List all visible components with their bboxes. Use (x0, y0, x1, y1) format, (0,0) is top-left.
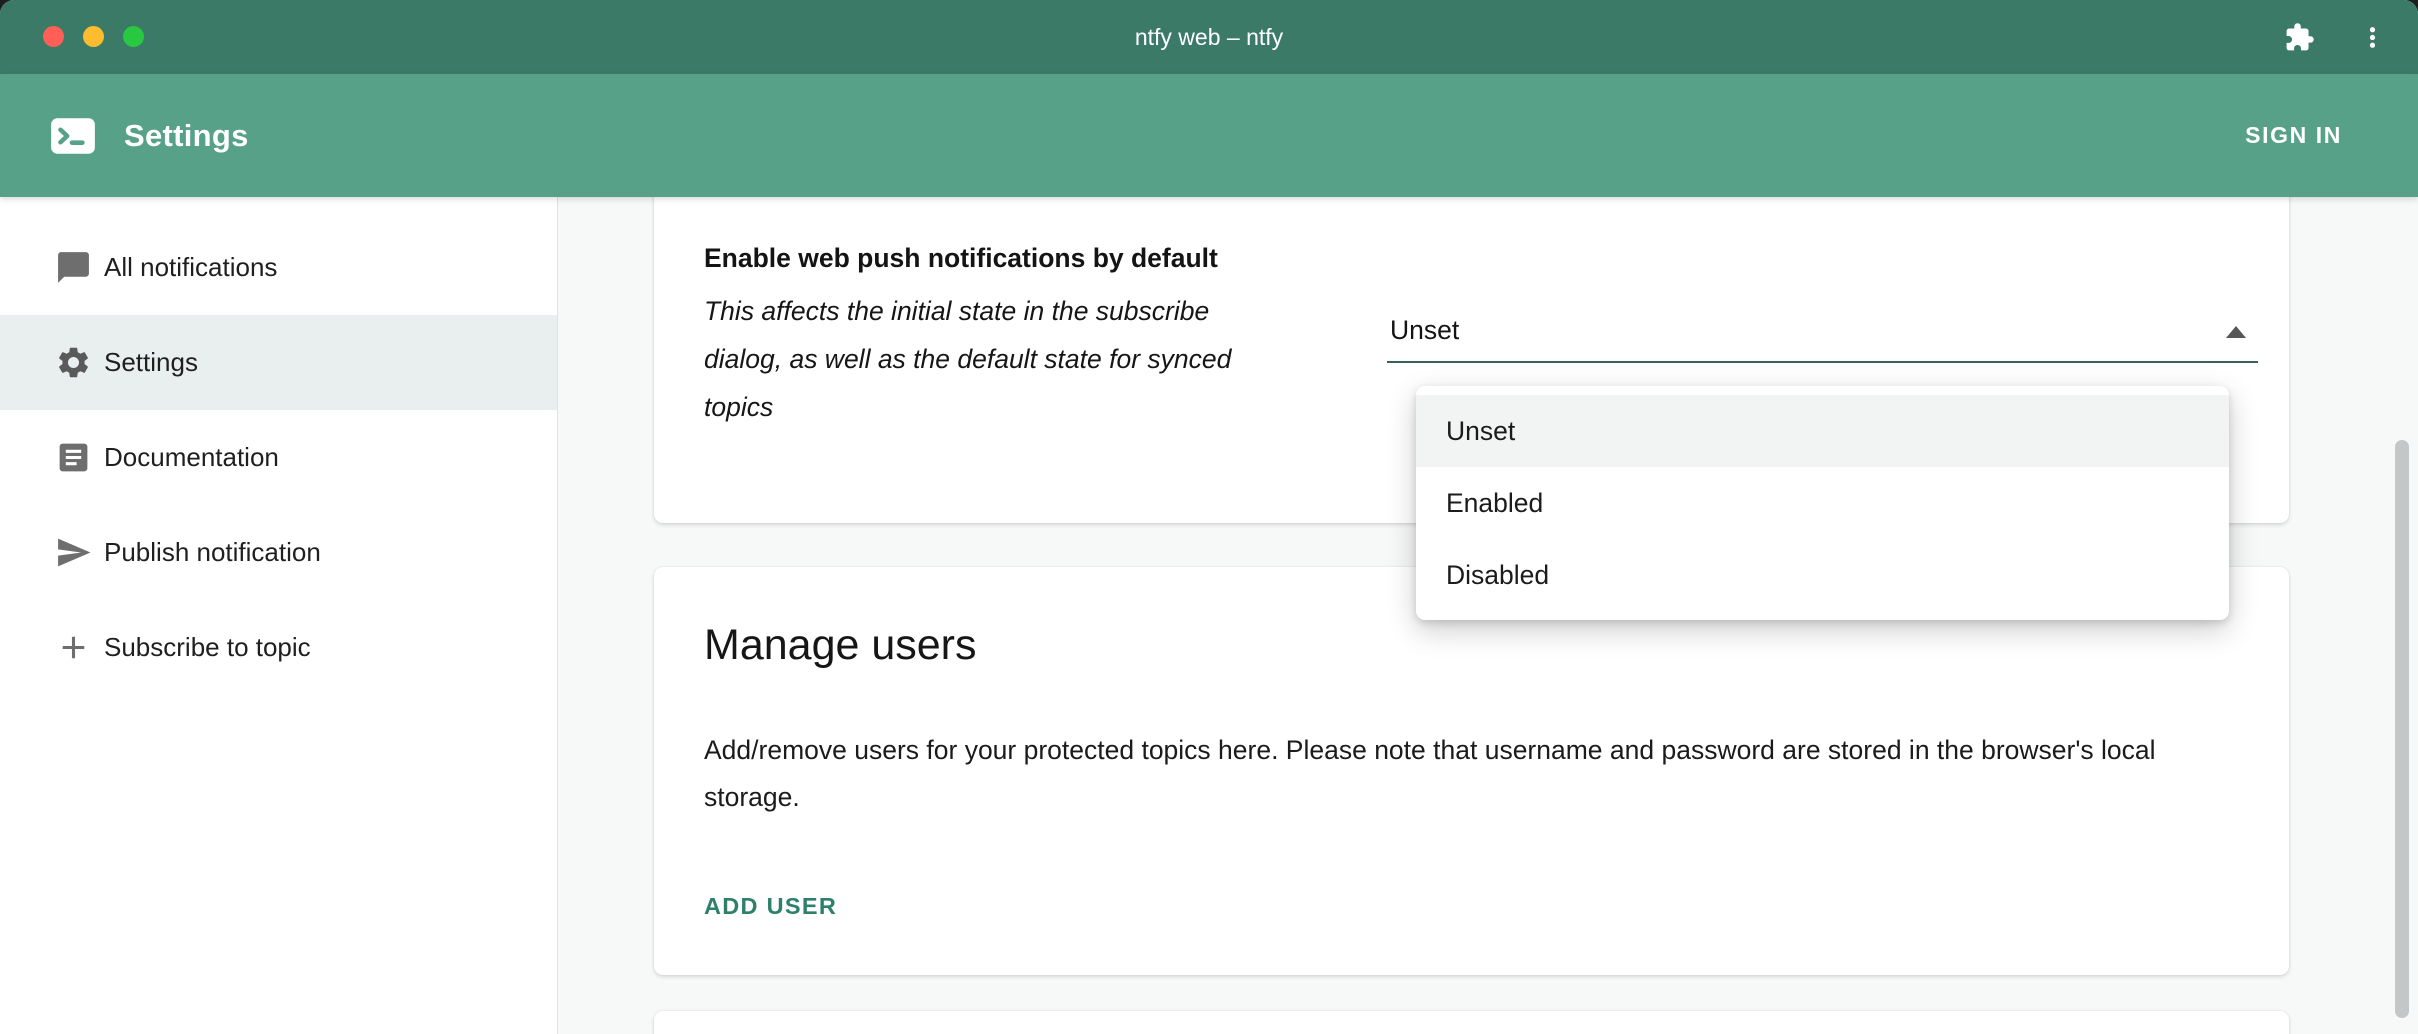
app-window: ntfy web – ntfy Settings SIGN IN (0, 0, 2418, 1034)
page-title: Settings (124, 118, 249, 154)
sidebar-item-settings[interactable]: Settings (0, 315, 557, 410)
extensions-puzzle-icon[interactable] (2284, 22, 2315, 53)
app-bar: Settings SIGN IN (0, 74, 2418, 197)
preference-description: This affects the initial state in the su… (704, 287, 1269, 431)
gear-icon (55, 344, 92, 381)
ntfy-terminal-logo-icon (48, 111, 98, 161)
sidebar-item-documentation[interactable]: Documentation (0, 410, 557, 505)
window-title: ntfy web – ntfy (0, 24, 2418, 51)
add-user-button[interactable]: ADD USER (704, 893, 837, 920)
dropdown-option-unset[interactable]: Unset (1416, 395, 2229, 467)
article-icon (55, 439, 92, 476)
card-title: Manage users (704, 621, 977, 670)
sidebar-item-label: Settings (104, 347, 198, 378)
window-titlebar: ntfy web – ntfy (0, 0, 2418, 74)
dropdown-option-disabled[interactable]: Disabled (1416, 539, 2229, 611)
sidebar-item-label: All notifications (104, 252, 277, 283)
titlebar-actions (2284, 0, 2388, 74)
sidebar-item-label: Subscribe to topic (104, 632, 311, 663)
content-area: All notifications Settings Documentation… (0, 197, 2418, 1034)
plus-icon (55, 629, 92, 666)
card-description: Add/remove users for your protected topi… (704, 727, 2239, 821)
manage-users-card: Manage users Add/remove users for your p… (654, 567, 2289, 975)
main-content: Enable web push notifications by default… (558, 197, 2418, 1034)
select-dropdown-menu: Unset Enabled Disabled (1416, 386, 2229, 620)
next-card-partial (654, 1011, 2289, 1034)
dropdown-arrow-up-icon (2226, 326, 2246, 338)
sidebar-item-label: Documentation (104, 442, 279, 473)
sidebar-item-publish-notification[interactable]: Publish notification (0, 505, 557, 600)
send-icon (55, 534, 92, 571)
select-value: Unset (1387, 315, 1459, 346)
sidebar-item-label: Publish notification (104, 537, 321, 568)
sign-in-button[interactable]: SIGN IN (2245, 122, 2342, 149)
dropdown-option-enabled[interactable]: Enabled (1416, 467, 2229, 539)
web-push-default-select[interactable]: Unset (1387, 299, 2258, 363)
sidebar-nav: All notifications Settings Documentation… (0, 197, 558, 1034)
scrollbar-thumb[interactable] (2395, 440, 2409, 1018)
chat-bubble-icon (55, 249, 92, 286)
sidebar-item-all-notifications[interactable]: All notifications (0, 220, 557, 315)
sidebar-item-subscribe-to-topic[interactable]: Subscribe to topic (0, 600, 557, 695)
preference-title: Enable web push notifications by default (704, 243, 1218, 274)
browser-menu-kebab-icon[interactable] (2357, 22, 2388, 53)
